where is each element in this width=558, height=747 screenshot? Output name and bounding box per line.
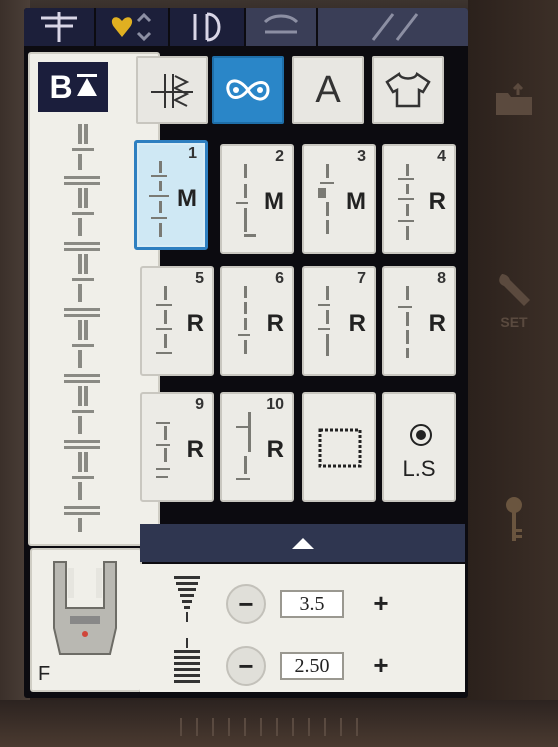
stitch-number: 2: [275, 148, 284, 165]
plus-icon: +: [373, 649, 389, 680]
stitch-number: 8: [437, 270, 446, 287]
stitch-button-10[interactable]: 10 R: [220, 392, 294, 502]
garment-category-icon: [385, 72, 431, 108]
stitch-mode: R: [266, 436, 284, 463]
stitch-button-2[interactable]: 2 M: [220, 144, 294, 254]
stitch-pattern-icon: [398, 164, 414, 240]
up-arrow-icon: [76, 74, 97, 96]
decorative-stitch-category-button[interactable]: [212, 56, 284, 124]
stitch-pattern-icon: [149, 161, 169, 237]
stitch-mode: M: [264, 188, 284, 215]
mode-button-label: B: [49, 68, 73, 105]
decorative-stitch-category-icon: [226, 79, 270, 101]
stitch-mode: R: [348, 310, 366, 337]
dim-tab-1[interactable]: [246, 8, 316, 46]
stitch-pattern-preview: [64, 124, 100, 532]
top-tab-strip: [24, 8, 468, 48]
stitch-lock-button[interactable]: L.S: [382, 392, 456, 502]
wrench-icon: [499, 274, 530, 306]
stitch-button-5[interactable]: 5 R: [140, 266, 214, 376]
heart-stitch-tab[interactable]: [96, 8, 168, 46]
settings-key-label: SET: [500, 314, 528, 330]
heart-stitch-icon: [111, 12, 152, 42]
stitch-width-value: 3.5: [280, 590, 344, 618]
stitch-pattern-icon: [318, 286, 330, 356]
stitch-number: 9: [195, 396, 204, 413]
stitch-width-text: 3.5: [299, 592, 325, 615]
dim-tab-2[interactable]: [318, 8, 468, 46]
stitch-pattern-icon: [398, 286, 412, 358]
stitch-button-4[interactable]: 4 R: [382, 144, 456, 254]
presser-foot-label: F: [38, 663, 51, 685]
stitch-mode: R: [428, 188, 446, 215]
garment-category-button[interactable]: [372, 56, 444, 124]
minus-icon: −: [238, 588, 254, 619]
stitch-length-text: 2.50: [294, 654, 330, 677]
stitch-mode: R: [428, 310, 446, 337]
length-increase-button[interactable]: +: [364, 648, 398, 682]
lcd-screen: B A 1 M 2 M 3 M 4 R 5 R 6 R 7 R 8 R 9 R …: [24, 8, 468, 698]
stitch-button-9[interactable]: 9 R: [140, 392, 214, 502]
stitch-button-8[interactable]: 8 R: [382, 266, 456, 376]
stitch-mode: M: [177, 185, 197, 212]
stitch-number: 6: [275, 270, 284, 287]
utility-stitch-tab[interactable]: [24, 8, 94, 46]
stitch-mode: R: [266, 310, 284, 337]
stitch-frame-button[interactable]: [302, 392, 376, 502]
stitch-button-7[interactable]: 7 R: [302, 266, 376, 376]
plus-icon: +: [373, 587, 389, 618]
stitch-mode: R: [186, 310, 204, 337]
stitch-mode: R: [186, 436, 204, 463]
settings-expand-button[interactable]: [140, 524, 465, 562]
key-icon: [506, 497, 522, 541]
stitch-pattern-icon: [318, 164, 334, 234]
stitch-lock-label: L.S: [402, 456, 436, 481]
width-decrease-button[interactable]: −: [226, 584, 266, 624]
stitch-number: 1: [188, 145, 197, 162]
width-increase-button[interactable]: +: [364, 586, 398, 620]
stitch-button-6[interactable]: 6 R: [220, 266, 294, 376]
save-export-key[interactable]: [478, 30, 550, 170]
utility-stitch-icon: [41, 12, 77, 42]
stitch-number: 4: [437, 148, 446, 165]
stitch-button-1[interactable]: 1 M: [134, 140, 208, 250]
length-decrease-button[interactable]: −: [226, 646, 266, 686]
stitch-button-3[interactable]: 3 M: [302, 144, 376, 254]
utility-stitch-category-button[interactable]: [136, 56, 208, 124]
stitch-width-icon: [174, 576, 200, 622]
character-category-label: A: [315, 68, 341, 111]
lock-key[interactable]: [478, 450, 550, 590]
right-bezel: SET: [468, 0, 558, 700]
bottom-bezel: [0, 700, 558, 747]
utility-stitch-category-icon: [151, 74, 193, 108]
presser-foot-panel: F: [30, 548, 142, 692]
stitch-pattern-icon: [238, 286, 250, 354]
dim-tab-icon-2: [371, 13, 419, 41]
stitch-number: 5: [195, 270, 204, 287]
minus-icon: −: [238, 650, 254, 681]
character-category-button[interactable]: A: [292, 56, 364, 124]
stitch-pattern-icon: [156, 286, 172, 354]
stitch-length-value: 2.50: [280, 652, 344, 680]
mode-button[interactable]: B: [38, 62, 108, 112]
stitch-mode: M: [346, 188, 366, 215]
chevron-up-icon: [291, 537, 314, 549]
stitch-number: 3: [357, 148, 366, 165]
stitch-number: 7: [357, 270, 366, 287]
stitch-length-icon: [174, 638, 200, 683]
stitch-lock-icon: [410, 424, 432, 446]
stitch-settings-panel: − 3.5 + − 2.50 +: [140, 564, 465, 692]
settings-key[interactable]: SET: [478, 230, 550, 370]
presser-foot-icon: [53, 561, 117, 655]
dim-tab-icon-1: [263, 14, 299, 34]
decorative-stitch-tab[interactable]: [170, 8, 244, 46]
stitch-pattern-icon: [236, 412, 251, 480]
decorative-stitch-icon: [193, 12, 221, 42]
stitch-frame-icon: [318, 428, 362, 468]
stitch-pattern-icon: [156, 422, 170, 478]
folder-export-icon: [496, 83, 532, 115]
stitch-pattern-icon: [236, 164, 256, 237]
stitch-number: 10: [266, 396, 284, 413]
